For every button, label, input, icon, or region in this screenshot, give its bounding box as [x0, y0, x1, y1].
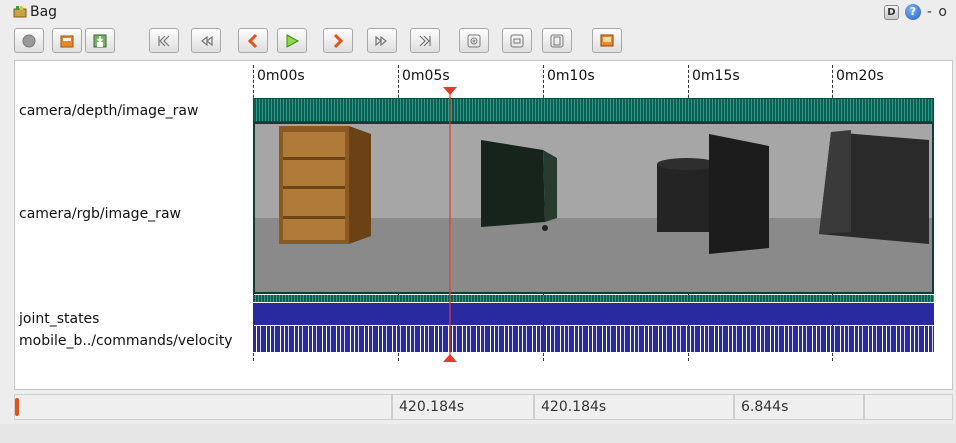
play-button[interactable] — [277, 28, 307, 53]
playback-progress-bar — [14, 394, 392, 420]
end-button[interactable] — [410, 28, 440, 53]
save-bag-button[interactable] — [85, 28, 115, 53]
topic-label-rgb[interactable]: camera/rgb/image_raw — [19, 206, 181, 222]
begin-button[interactable] — [149, 28, 179, 53]
title-bar: Bag D ? - o — [0, 0, 956, 24]
dock-button[interactable]: D — [883, 4, 899, 20]
thumbnails-button[interactable] — [592, 28, 622, 53]
rewind-icon — [201, 35, 213, 46]
window-controls[interactable]: - o — [927, 4, 948, 20]
zoom-in-button[interactable] — [459, 28, 489, 53]
fast-forward-icon — [375, 35, 387, 46]
duration-field: 6.844s — [734, 394, 864, 420]
tick-label: 0m20s — [836, 68, 884, 84]
folder-open-icon — [60, 35, 74, 47]
dumpster-thumbnail — [481, 140, 557, 231]
zoom-fit-button[interactable] — [542, 28, 572, 53]
rgb-message-strip[interactable] — [253, 295, 934, 302]
load-bag-button[interactable] — [52, 28, 82, 53]
topic-label-velocity[interactable]: mobile_b../commands/velocity — [19, 333, 233, 349]
record-icon — [22, 34, 36, 47]
zoom-in-icon — [467, 34, 481, 47]
bottom-strip — [0, 424, 956, 443]
playhead-marker[interactable] — [443, 87, 457, 362]
skip-to-start-icon — [158, 35, 170, 46]
step-back-button[interactable] — [238, 28, 268, 53]
rgb-thumbnail-strip[interactable] — [253, 122, 934, 294]
velocity-message-bar[interactable] — [253, 326, 934, 352]
step-forward-button[interactable] — [323, 28, 353, 53]
topic-label-joint-states[interactable]: joint_states — [19, 311, 99, 327]
chevron-left-icon — [247, 33, 258, 48]
bookshelf-thumbnail — [279, 126, 371, 244]
play-icon — [286, 33, 300, 48]
status-bar: 420.184s 420.184s 6.844s — [14, 394, 953, 422]
window-title: Bag — [30, 4, 58, 20]
skip-to-end-icon — [419, 35, 431, 46]
save-icon — [93, 34, 107, 47]
tick-label: 0m00s — [257, 68, 305, 84]
faster-button[interactable] — [367, 28, 397, 53]
tick-label: 0m10s — [547, 68, 595, 84]
chevron-right-icon — [333, 33, 344, 48]
record-button[interactable] — [14, 28, 44, 53]
bag-app-icon — [13, 6, 27, 18]
status-empty-field — [864, 394, 953, 420]
barrier-thumbnail — [819, 130, 929, 244]
tick-label: 0m15s — [692, 68, 740, 84]
slower-button[interactable] — [191, 28, 221, 53]
topic-label-depth[interactable]: camera/depth/image_raw — [19, 103, 198, 119]
start-time-field: 420.184s — [392, 394, 534, 420]
zoom-reset-icon — [550, 34, 564, 47]
joint-states-message-bar[interactable] — [253, 303, 934, 325]
progress-fill — [15, 398, 19, 416]
current-time-field: 420.184s — [534, 394, 734, 420]
depth-message-bar[interactable] — [253, 98, 934, 122]
help-icon[interactable]: ? — [904, 4, 921, 20]
zoom-out-icon — [510, 34, 524, 47]
image-thumbnails-icon — [600, 34, 614, 46]
zoom-out-button[interactable] — [502, 28, 532, 53]
bag-timeline-panel[interactable]: 0m00s 0m05s 0m10s 0m15s 0m20s camera/dep… — [14, 60, 953, 390]
tick-label: 0m05s — [402, 68, 450, 84]
